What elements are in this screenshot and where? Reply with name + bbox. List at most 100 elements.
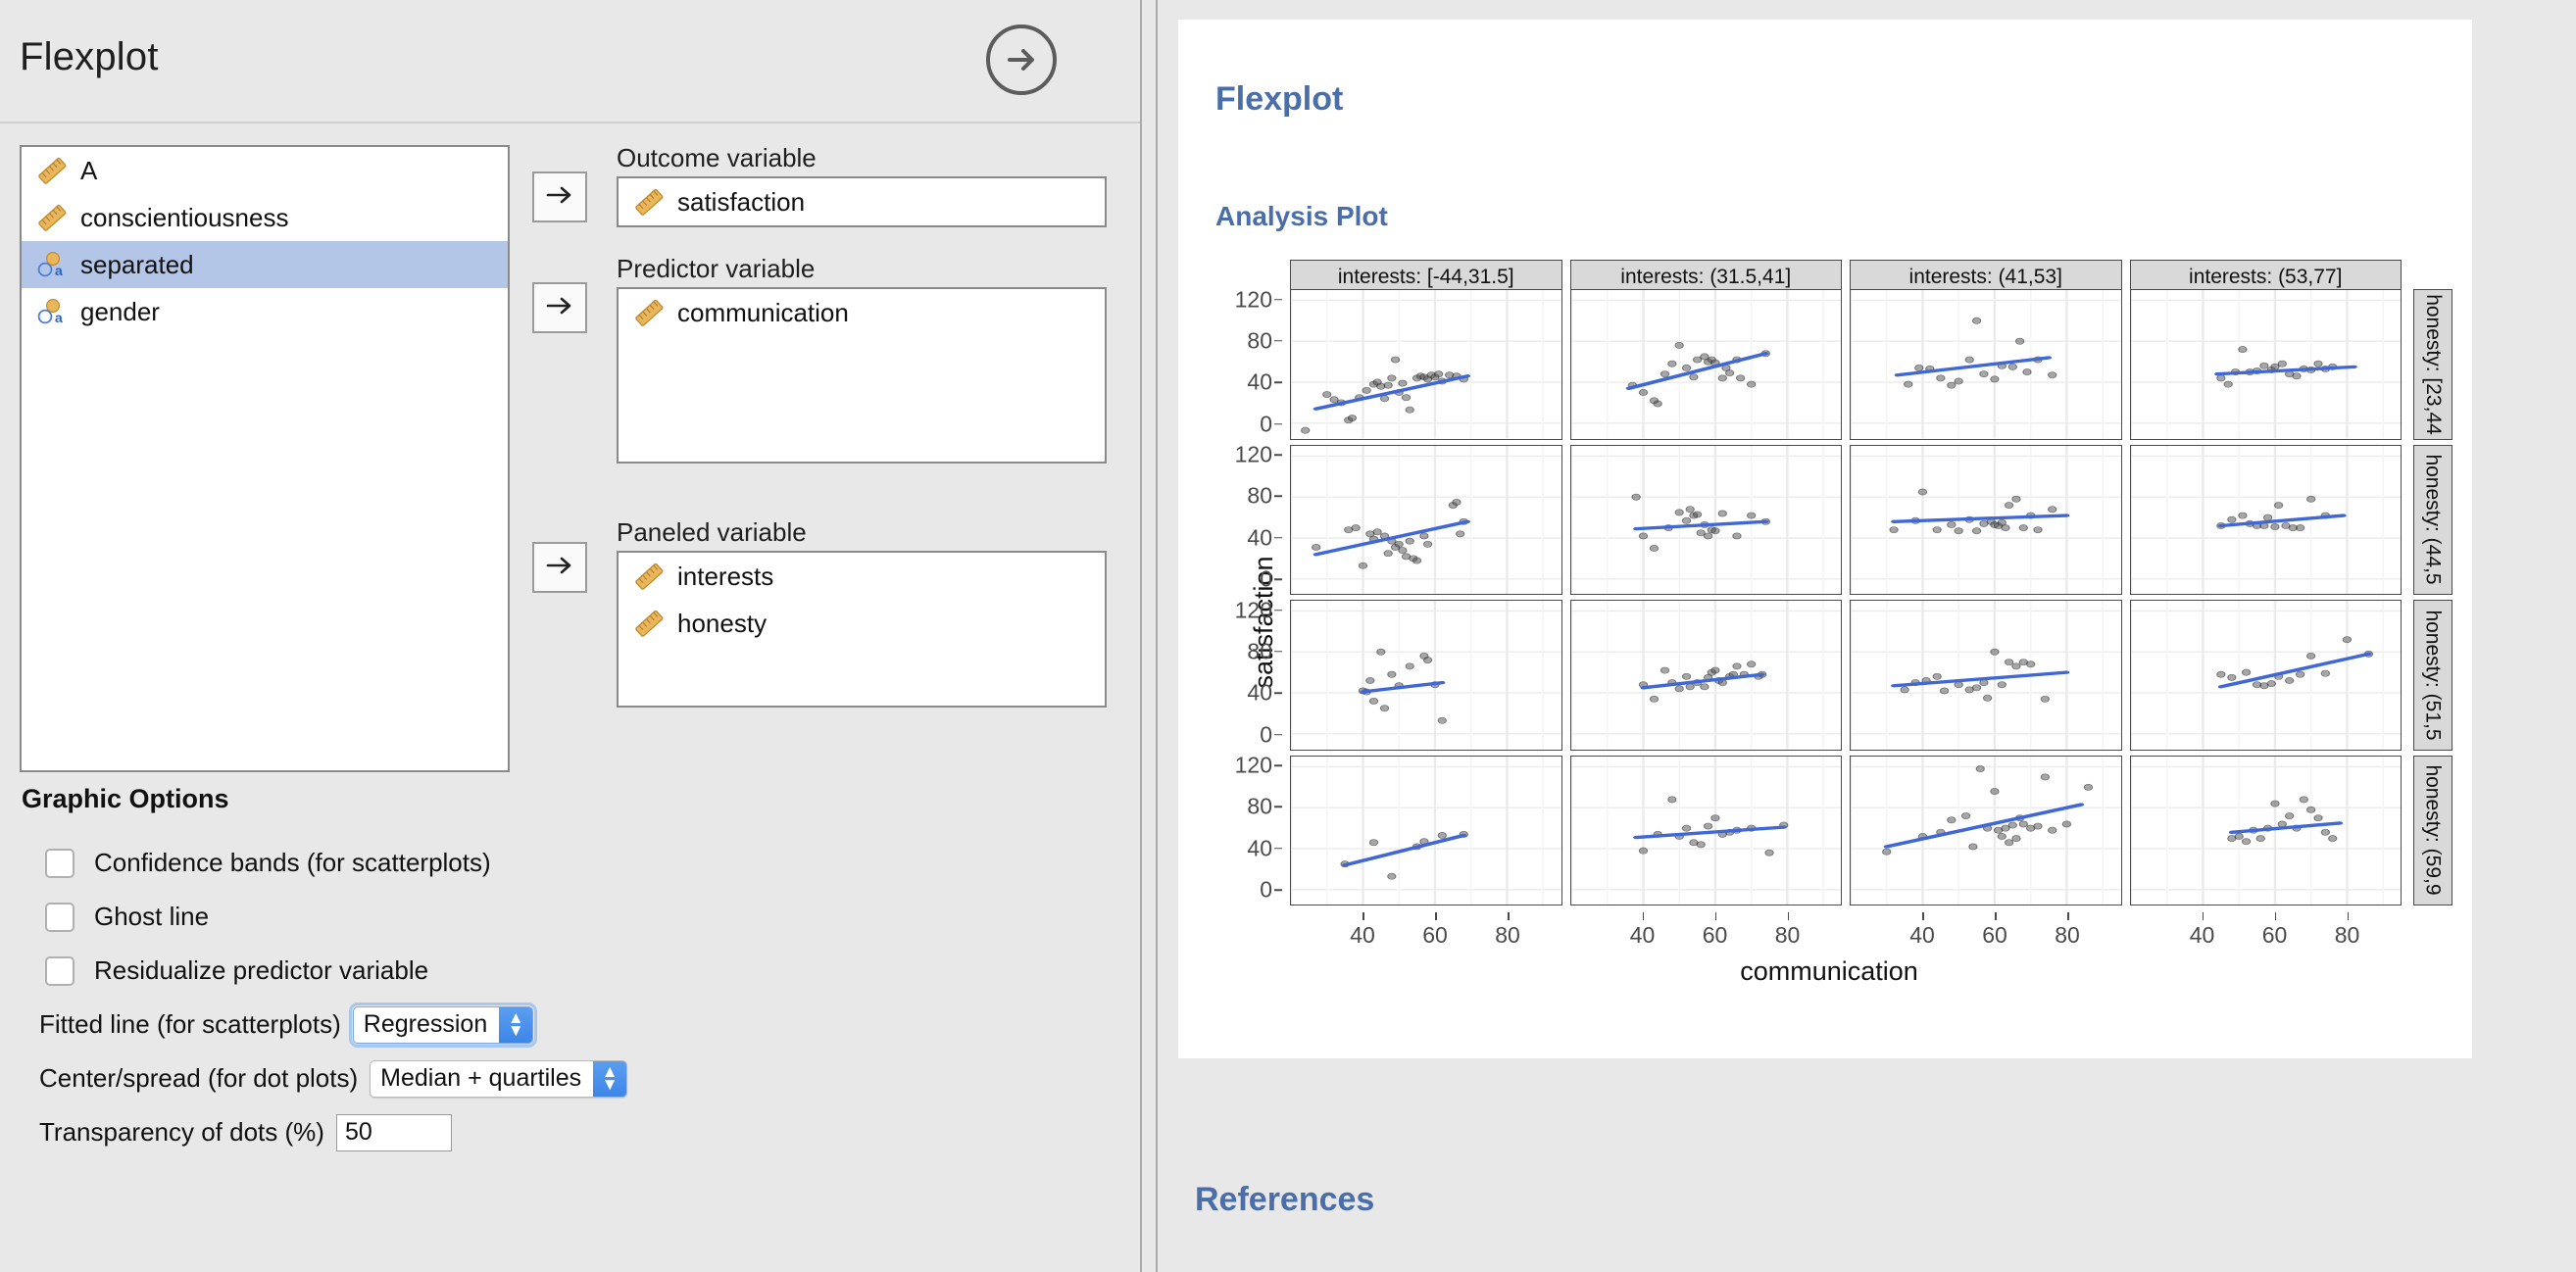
results-scroll-gutter[interactable] bbox=[1142, 0, 1156, 1272]
y-axis-ticks: 0 40 80 120 bbox=[1202, 597, 1282, 751]
page-title: Flexplot bbox=[20, 35, 159, 78]
transparency-input[interactable]: 50 bbox=[335, 1113, 452, 1151]
x-tick-label: 60 bbox=[1422, 922, 1448, 948]
x-tick-mark bbox=[1922, 912, 1924, 920]
y-tick-label: 40 bbox=[1247, 368, 1272, 395]
ruler-icon bbox=[35, 201, 69, 234]
x-tick-label: 80 bbox=[2055, 922, 2080, 948]
variable-list-item[interactable]: conscientiousness bbox=[22, 194, 508, 241]
y-tick-label: 40 bbox=[1247, 524, 1272, 551]
facet-panel bbox=[1850, 755, 2122, 905]
assigned-variable-item[interactable]: communication bbox=[619, 289, 1105, 336]
facet-panel bbox=[1569, 755, 1842, 905]
assign-outcome-button[interactable] bbox=[532, 171, 587, 222]
center-spread-label: Center/spread (for dot plots) bbox=[39, 1063, 359, 1093]
x-axis-ticks: 40 60 80 bbox=[1290, 912, 1562, 952]
paneled-variable-label: Paneled variable bbox=[617, 517, 807, 547]
variable-list-item[interactable]: a gender bbox=[22, 288, 508, 335]
x-tick-mark bbox=[2274, 912, 2276, 920]
paneled-variable-box[interactable]: interests honesty bbox=[617, 551, 1107, 709]
arrow-right-icon bbox=[546, 184, 573, 211]
facet-row-strip-label: honesty: [23,44 bbox=[2422, 293, 2446, 435]
x-tick-mark bbox=[1362, 912, 1364, 920]
y-axis-ticks: 0 40 80 120 bbox=[1202, 752, 1282, 906]
facet-panel bbox=[1850, 289, 2122, 440]
x-axis-ticks: 40 60 80 bbox=[1850, 912, 2122, 952]
y-tick-mark bbox=[1274, 806, 1282, 808]
facet-panel bbox=[1569, 444, 1842, 595]
residualize-predictor-checkbox[interactable] bbox=[45, 955, 74, 986]
facet-panel bbox=[2129, 600, 2402, 751]
option-ghost-line[interactable]: Ghost line bbox=[20, 890, 1098, 944]
y-tick-mark bbox=[1274, 848, 1282, 850]
fitted-line-value: Regression bbox=[363, 1010, 488, 1038]
outcome-variable-box[interactable]: satisfaction bbox=[617, 176, 1107, 228]
facet-panel bbox=[1850, 600, 2122, 751]
center-spread-select[interactable]: Median + quartiles ▲ ▼ bbox=[370, 1059, 628, 1098]
svg-text:a: a bbox=[55, 310, 63, 325]
assigned-variable-item[interactable]: interests bbox=[619, 553, 1105, 600]
ghost-line-checkbox[interactable] bbox=[45, 902, 74, 932]
x-tick-mark bbox=[1714, 912, 1716, 920]
x-tick-mark bbox=[2347, 912, 2349, 920]
assigned-variable-item[interactable]: satisfaction bbox=[619, 178, 1105, 225]
center-spread-value: Median + quartiles bbox=[380, 1064, 582, 1092]
variable-source-list[interactable]: Aconscientiousness a separated a gender bbox=[20, 145, 510, 772]
outcome-variable-label: Outcome variable bbox=[617, 143, 817, 172]
x-tick-label: 80 bbox=[1495, 922, 1520, 948]
variable-list-item[interactable]: a separated bbox=[22, 241, 508, 288]
y-tick-mark bbox=[1274, 381, 1282, 384]
graphic-options-section: Graphic Options Confidence bands (for sc… bbox=[20, 784, 1098, 1159]
x-tick-mark bbox=[1508, 912, 1510, 920]
ruler-icon bbox=[632, 296, 666, 329]
y-tick-mark bbox=[1274, 340, 1282, 342]
x-tick-mark bbox=[2067, 912, 2069, 920]
variable-label: honesty bbox=[677, 608, 768, 638]
y-tick-label: 80 bbox=[1247, 327, 1272, 354]
assigned-variable-item[interactable]: honesty bbox=[619, 600, 1105, 647]
y-axis-ticks: 0 40 80 120 bbox=[1202, 442, 1282, 596]
paneled-variable-group: Paneled variable interests honesty bbox=[617, 517, 1107, 709]
facet-panel bbox=[1290, 600, 1562, 751]
y-tick-label: 120 bbox=[1234, 752, 1272, 778]
x-tick-label: 60 bbox=[1982, 922, 2007, 948]
variable-label: communication bbox=[677, 297, 849, 327]
option-residualize-predictor[interactable]: Residualize predictor variable bbox=[20, 944, 1098, 998]
y-tick-label: 120 bbox=[1234, 597, 1272, 623]
assign-predictor-button[interactable] bbox=[532, 282, 587, 333]
option-confidence-bands[interactable]: Confidence bands (for scatterplots) bbox=[20, 836, 1098, 890]
variable-label: A bbox=[80, 155, 98, 185]
ruler-icon bbox=[632, 560, 666, 593]
panel-header: Flexplot bbox=[0, 0, 1140, 123]
facet-grid: interests: [-44,31.5] interests: (31.5,41… bbox=[1286, 260, 2405, 910]
option-transparency: Transparency of dots (%) 50 bbox=[20, 1105, 1098, 1159]
run-analysis-button[interactable] bbox=[986, 24, 1057, 95]
y-tick-label: 40 bbox=[1247, 835, 1272, 861]
nominal-icon: a bbox=[35, 248, 69, 281]
predictor-variable-box[interactable]: communication bbox=[617, 287, 1107, 465]
variable-list-item[interactable]: A bbox=[22, 147, 508, 194]
y-axis-ticks: 0 40 80 120 bbox=[1202, 286, 1282, 440]
confidence-bands-checkbox[interactable] bbox=[45, 848, 74, 878]
y-tick-mark bbox=[1274, 692, 1282, 695]
x-tick-label: 40 bbox=[1629, 922, 1656, 948]
x-tick-label: 80 bbox=[1774, 922, 1801, 948]
facet-panel bbox=[2129, 755, 2402, 905]
chevron-updown-icon: ▲ ▼ bbox=[499, 1006, 533, 1043]
results-title: Flexplot bbox=[1215, 80, 1344, 118]
x-axis-ticks: 40 60 80 bbox=[2130, 912, 2403, 952]
facet-panel bbox=[1850, 444, 2122, 595]
residualize-predictor-label: Residualize predictor variable bbox=[94, 955, 429, 985]
x-tick-label: 80 bbox=[2334, 922, 2360, 948]
assign-paneled-button[interactable] bbox=[532, 542, 587, 593]
ruler-icon bbox=[632, 607, 666, 640]
ruler-icon bbox=[35, 154, 69, 187]
graphic-options-heading: Graphic Options bbox=[22, 784, 229, 813]
x-tick-mark bbox=[1642, 912, 1644, 920]
facet-panel bbox=[2129, 444, 2402, 595]
fitted-line-select[interactable]: Regression ▲ ▼ bbox=[348, 1002, 538, 1048]
x-tick-mark bbox=[1787, 912, 1789, 920]
y-tick-mark bbox=[1274, 764, 1282, 766]
y-tick-mark bbox=[1274, 422, 1282, 425]
confidence-bands-label: Confidence bands (for scatterplots) bbox=[94, 848, 491, 877]
